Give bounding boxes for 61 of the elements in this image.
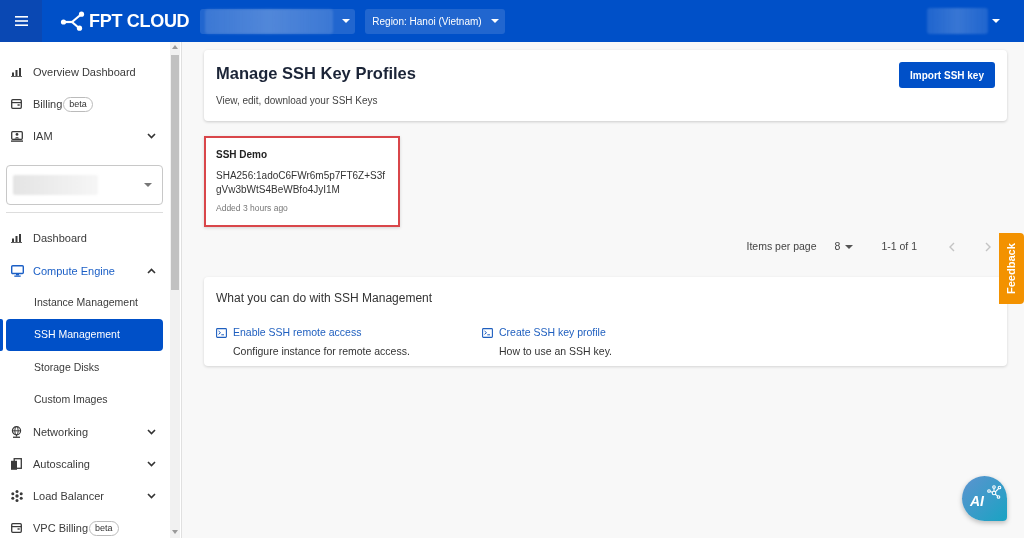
help-link-description: Configure instance for remote access. <box>233 343 410 359</box>
page-range-label: 1-1 of 1 <box>881 238 917 254</box>
sidebar-link[interactable]: VPC Billing beta <box>0 512 170 538</box>
sidebar-link[interactable]: Dashboard <box>0 222 170 255</box>
help-link[interactable]: Enable SSH remote access <box>216 324 362 341</box>
menu-button[interactable] <box>0 0 42 42</box>
sidebar-subitem[interactable]: Storage Disks <box>6 351 163 384</box>
sidebar-group-toggle[interactable]: Compute Engine <box>0 254 170 287</box>
key-fingerprint: SHA256:1adoC6FWr6m5p7FT6Z+S3fgVw3bWtS4BeWBfo4JyI1M <box>216 169 387 197</box>
dot-cluster-icon <box>11 490 23 503</box>
sidebar-subitem[interactable]: Instance Management <box>6 286 163 320</box>
caret-down-icon <box>992 19 1000 23</box>
chevron-right-icon <box>985 241 991 252</box>
scrollbar[interactable] <box>170 42 180 538</box>
region-dropdown[interactable]: Region: Hanoi (Vietnam) <box>365 8 506 34</box>
page-size-select[interactable]: 8 <box>832 238 856 255</box>
sidebar-group-toggle[interactable]: IAM <box>0 120 170 153</box>
scroll-down-icon <box>172 530 178 534</box>
wallet-icon <box>11 99 22 110</box>
key-name: SSH Demo <box>216 148 269 162</box>
select-field[interactable] <box>6 164 163 205</box>
logo-text: FPT CLOUD <box>89 12 190 30</box>
caret-down-icon <box>490 19 499 23</box>
terminal-icon <box>482 327 493 338</box>
network-logo-icon <box>60 11 86 31</box>
scroll-up-icon <box>172 45 178 49</box>
bar-chart-icon <box>11 67 22 77</box>
sidebar-group-toggle[interactable]: Autoscaling <box>0 447 170 481</box>
sidebar-group-toggle[interactable]: Load Balancer <box>0 480 170 513</box>
sidebar-subitem[interactable]: Custom Images <box>6 383 163 416</box>
chevron-left-icon <box>949 241 955 252</box>
caret-down-icon <box>144 182 152 187</box>
project-dropdown[interactable] <box>200 8 356 34</box>
sidebar-subitem[interactable]: SSH Management <box>6 319 163 352</box>
page-title: Manage SSH Key Profiles <box>216 64 416 84</box>
wallet-icon <box>11 523 22 534</box>
bar-chart-icon <box>11 234 22 244</box>
globe-icon <box>11 425 22 438</box>
page-subtitle: View, edit, download your SSH Keys <box>216 93 379 108</box>
terminal-icon <box>216 327 227 338</box>
monitor-icon <box>11 264 24 277</box>
scrollbar-thumb[interactable] <box>171 55 179 290</box>
key-added-time: Added 3 hours ago <box>216 202 289 215</box>
caret-down-icon <box>845 244 854 249</box>
help-card-title: What you can do with SSH Management <box>216 289 434 307</box>
caret-down-icon <box>342 19 351 23</box>
sidebar-link[interactable]: Overview Dashboard <box>0 56 170 89</box>
menu-icon <box>14 16 28 26</box>
blurred-block <box>927 8 988 34</box>
help-link-description: How to use an SSH key. <box>499 343 613 359</box>
person-screen-icon <box>11 130 23 142</box>
account-dropdown[interactable] <box>927 8 1000 34</box>
import-key-button[interactable]: Import SSH key <box>899 62 995 88</box>
items-per-page-label: Items per page <box>746 238 817 254</box>
sidebar-group-toggle[interactable]: Networking <box>0 415 170 448</box>
sidebar-link[interactable]: Billing beta <box>0 88 170 121</box>
help-link[interactable]: Create SSH key profile <box>482 324 606 341</box>
active-indicator <box>0 319 3 352</box>
stacked-squares-icon <box>11 457 22 470</box>
ssh-key-card[interactable]: SSH Demo SHA256:1adoC6FWr6m5p7FT6Z+S3fgVw3bWtS4BeWBfo4JyI1M Added 3 hours ago <box>204 136 400 227</box>
network-icon <box>986 485 1002 501</box>
